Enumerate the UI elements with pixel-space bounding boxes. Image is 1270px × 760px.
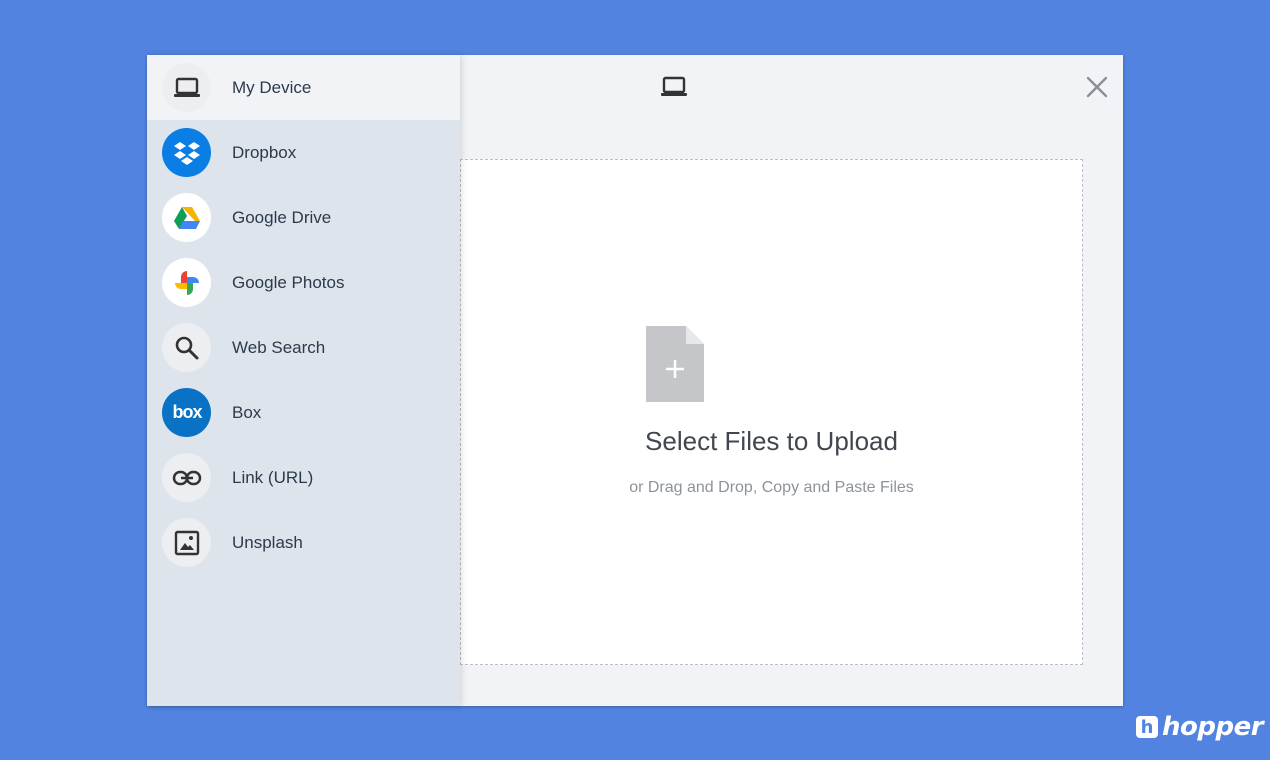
upload-title[interactable]: Select Files to Upload [461,426,1082,457]
add-file-icon[interactable] [646,326,704,407]
svg-text:box: box [172,403,202,422]
box-icon: box [162,388,211,437]
hopper-logo-icon: h [1136,716,1158,738]
laptop-icon [660,75,688,104]
sidebar-item-label: My Device [232,77,312,97]
sidebar-item-google-drive[interactable]: Google Drive [147,185,460,250]
file-picker-modal: My Device Dropbox Google Drive Google Ph… [147,55,1123,706]
close-icon[interactable] [1083,73,1111,101]
google-photos-icon [162,258,211,307]
sidebar-item-label: Dropbox [232,142,297,162]
google-drive-icon [162,193,211,242]
sidebar-item-google-photos[interactable]: Google Photos [147,250,460,315]
laptop-icon [162,63,211,112]
sidebar-item-label: Google Photos [232,272,345,292]
sidebar-item-label: Google Drive [232,207,332,227]
sidebar-item-label: Unsplash [232,532,303,552]
sidebar-item-label: Box [232,402,262,422]
link-icon [162,453,211,502]
sidebar-item-unsplash[interactable]: Unsplash [147,510,460,575]
sidebar-item-my-device[interactable]: My Device [147,55,460,120]
brand-name: hopper [1162,712,1264,742]
sidebar-item-box[interactable]: box Box [147,380,460,445]
sidebar-item-web-search[interactable]: Web Search [147,315,460,380]
upload-subtitle: or Drag and Drop, Copy and Paste Files [629,479,914,496]
sidebar-item-label: Link (URL) [232,467,314,487]
source-sidebar: My Device Dropbox Google Drive Google Ph… [147,55,460,706]
sidebar-item-dropbox[interactable]: Dropbox [147,120,460,185]
search-icon [162,323,211,372]
sidebar-item-link-url[interactable]: Link (URL) [147,445,460,510]
upload-dropzone[interactable]: Select Files to Upload or Drag and Drop,… [460,159,1083,665]
brand-logo: h hopper [1136,710,1264,744]
image-icon [162,518,211,567]
dropbox-icon [162,128,211,177]
sidebar-item-label: Web Search [232,337,326,357]
